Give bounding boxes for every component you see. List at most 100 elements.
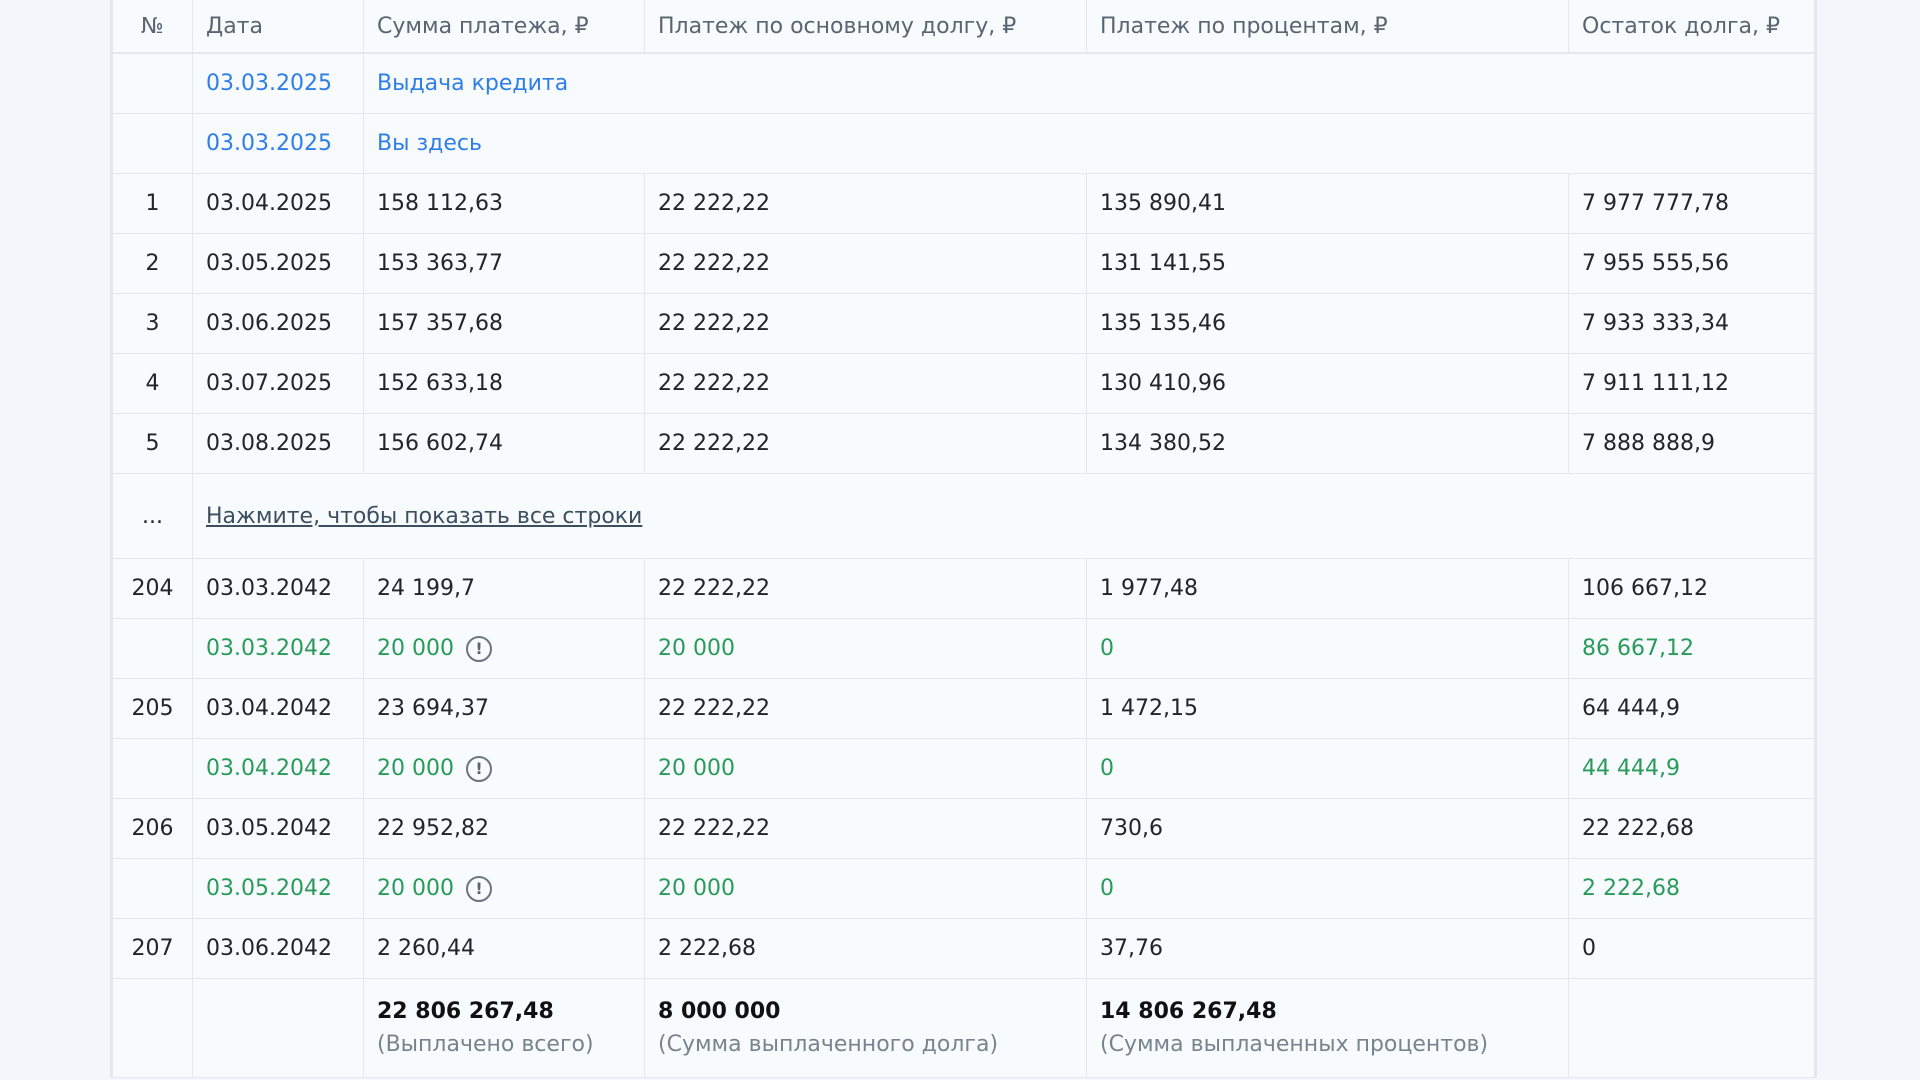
row-num: 206 [112,798,193,859]
row-remaining-debt: 0 [1568,918,1815,979]
early-payment-sum: 20 000! [377,875,492,902]
row-payment-sum: 20 000! [363,738,645,799]
total-paid-cell: 22 806 267,48 (Выплачено всего) [363,978,645,1078]
row-num: 205 [112,678,193,739]
total-paid-caption: (Выплачено всего) [377,1032,594,1057]
total-main-debt-caption: (Сумма выплаченного долга) [658,1032,999,1057]
row-main-debt: 22 222,22 [644,798,1087,859]
row-num: 1 [112,173,193,234]
total-interest-value: 14 806 267,48 [1100,999,1277,1024]
row-interest: 730,6 [1086,798,1569,859]
row-main-debt: 2 222,68 [644,918,1087,979]
row-payment-sum: 153 363,77 [363,233,645,294]
row-interest: 130 410,96 [1086,353,1569,414]
row-payment-sum: 20 000! [363,618,645,679]
table-row: 2 03.05.2025 153 363,77 22 222,22 131 141,55… [112,233,1815,294]
early-payment-row: 03.03.2042 20 000! 20 000 0 86 667,12 [112,618,1815,679]
row-remaining-debt: 86 667,12 [1568,618,1815,679]
exclamation-circle-icon[interactable]: ! [465,635,492,662]
row-payment-sum: 2 260,44 [363,918,645,979]
early-payment-sum: 20 000! [377,635,492,662]
row-interest: 135 890,41 [1086,173,1569,234]
row-date: 03.04.2042 [192,738,364,799]
row-payment-sum: 20 000! [363,858,645,919]
row-date: 03.05.2025 [192,233,364,294]
total-paid-value: 22 806 267,48 [377,999,554,1024]
row-remaining-debt: 7 888 888,9 [1568,413,1815,474]
row-num [112,52,193,114]
show-all-rows-link[interactable]: Нажмите, чтобы показать все строки [206,504,642,529]
table-rows-tail: 204 03.03.2042 24 199,7 22 222,22 1 977,48 10… [112,558,1815,979]
you-are-here-row: 03.03.2025 Вы здесь [112,113,1815,174]
row-main-debt: 22 222,22 [644,233,1087,294]
row-main-debt: 22 222,22 [644,293,1087,354]
loan-issue-label: Выдача кредита [363,52,1815,114]
row-date: 03.03.2025 [192,52,364,114]
row-interest: 0 [1086,618,1569,679]
row-num [112,618,193,679]
row-payment-sum: 157 357,68 [363,293,645,354]
table-row: 1 03.04.2025 158 112,63 22 222,22 135 890,41… [112,173,1815,234]
header-interest: Платеж по процентам, ₽ [1086,0,1569,54]
row-date: 03.06.2025 [192,293,364,354]
row-date: 03.03.2025 [192,113,364,174]
row-interest: 37,76 [1086,918,1569,979]
row-interest: 0 [1086,858,1569,919]
row-num: 204 [112,558,193,619]
header-sum: Сумма платежа, ₽ [363,0,645,54]
row-payment-sum: 23 694,37 [363,678,645,739]
payment-schedule-table-wrapper: № Дата Сумма платежа, ₽ Платеж по основн… [110,0,1817,1078]
row-num [112,738,193,799]
row-date: 03.04.2042 [192,678,364,739]
row-num: 4 [112,353,193,414]
row-num: 207 [112,918,193,979]
table-row: 205 03.04.2042 23 694,37 22 222,22 1 472,15 6… [112,678,1815,739]
you-are-here-text: Вы здесь [377,131,482,156]
total-interest-caption: (Сумма выплаченных процентов) [1100,1032,1489,1057]
row-remaining-debt: 22 222,68 [1568,798,1815,859]
row-interest: 135 135,46 [1086,293,1569,354]
row-remaining-debt: 7 933 333,34 [1568,293,1815,354]
row-remaining-debt: 64 444,9 [1568,678,1815,739]
header-main-debt: Платеж по основному долгу, ₽ [644,0,1087,54]
row-num: 2 [112,233,193,294]
row-remaining-debt: 7 955 555,56 [1568,233,1815,294]
row-num [112,858,193,919]
totals-date [192,978,364,1078]
early-payment-value: 20 000 [377,636,454,661]
total-main-debt-value: 8 000 000 [658,999,781,1024]
row-interest: 0 [1086,738,1569,799]
exclamation-circle-icon[interactable]: ! [465,755,492,782]
table-header: № Дата Сумма платежа, ₽ Платеж по основн… [112,0,1815,54]
row-num: 3 [112,293,193,354]
row-interest: 131 141,55 [1086,233,1569,294]
row-date: 03.05.2042 [192,858,364,919]
row-date: 03.04.2025 [192,173,364,234]
header-num: № [112,0,193,54]
row-interest: 1 472,15 [1086,678,1569,739]
row-main-debt: 22 222,22 [644,558,1087,619]
row-date: 03.03.2042 [192,558,364,619]
early-payment-value: 20 000 [377,756,454,781]
row-main-debt: 22 222,22 [644,173,1087,234]
row-date: 03.06.2042 [192,918,364,979]
table-row: 207 03.06.2042 2 260,44 2 222,68 37,76 0 [112,918,1815,979]
row-interest: 134 380,52 [1086,413,1569,474]
row-payment-sum: 152 633,18 [363,353,645,414]
row-interest: 1 977,48 [1086,558,1569,619]
exclamation-circle-icon[interactable]: ! [465,875,492,902]
early-payment-value: 20 000 [377,876,454,901]
show-more-row[interactable]: ... Нажмите, чтобы показать все строки [112,473,1815,559]
row-date: 03.07.2025 [192,353,364,414]
row-date: 03.08.2025 [192,413,364,474]
early-payment-row: 03.04.2042 20 000! 20 000 0 44 444,9 [112,738,1815,799]
row-remaining-debt: 2 222,68 [1568,858,1815,919]
table-row: 204 03.03.2042 24 199,7 22 222,22 1 977,48 10… [112,558,1815,619]
row-payment-sum: 22 952,82 [363,798,645,859]
row-main-debt: 22 222,22 [644,678,1087,739]
row-remaining-debt: 7 977 777,78 [1568,173,1815,234]
totals-section: 22 806 267,48 (Выплачено всего) 8 000 00… [112,978,1815,1078]
table-row: 206 03.05.2042 22 952,82 22 222,22 730,6 22 2… [112,798,1815,859]
loan-issue-row: 03.03.2025 Выдача кредита [112,52,1815,114]
totals-row: 22 806 267,48 (Выплачено всего) 8 000 00… [112,978,1815,1078]
